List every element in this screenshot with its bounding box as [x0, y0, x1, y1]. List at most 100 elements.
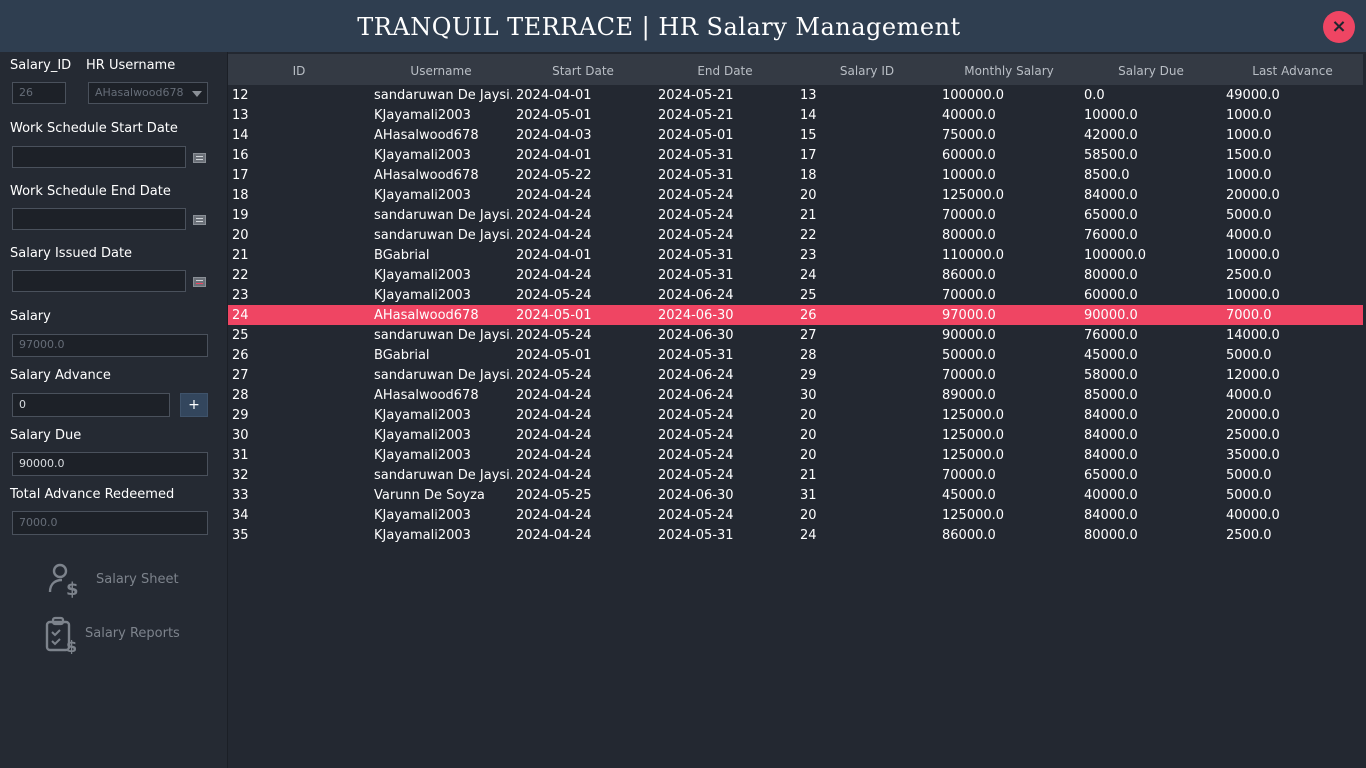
cell-salary-due: 76000.0 — [1084, 228, 1138, 243]
salary-field[interactable]: 97000.0 — [12, 334, 208, 357]
column-header-salary-id[interactable]: Salary ID — [796, 54, 938, 85]
cell-end-date: 2024-05-31 — [658, 148, 734, 163]
table-row[interactable]: 27 sandaruwan De Jaysi... 2024-05-24 2024-0… — [228, 365, 1363, 385]
cell-start-date: 2024-04-01 — [516, 148, 592, 163]
cell-salary-id: 14 — [800, 108, 817, 123]
cell-last-advance: 10000.0 — [1226, 248, 1280, 263]
cell-last-advance: 5000.0 — [1226, 208, 1272, 223]
cell-id: 29 — [232, 408, 249, 423]
cell-start-date: 2024-04-24 — [516, 428, 592, 443]
cell-salary-due: 85000.0 — [1084, 388, 1138, 403]
advance-field[interactable]: 0 — [12, 393, 170, 417]
cell-salary-due: 84000.0 — [1084, 448, 1138, 463]
table-row[interactable]: 12 sandaruwan De Jaysi... 2024-04-01 2024-0… — [228, 85, 1363, 105]
table-row[interactable]: 33 Varunn De Soyza 2024-05-25 2024-06-30 31 4… — [228, 485, 1363, 505]
table-row[interactable]: 23 KJayamali2003 2024-05-24 2024-06-24 25 700… — [228, 285, 1363, 305]
cell-username: Varunn De Soyza — [374, 488, 485, 503]
salary-table: ID Username Start Date End Date Salary I… — [228, 52, 1366, 768]
table-row[interactable]: 34 KJayamali2003 2024-04-24 2024-05-24 20 125… — [228, 505, 1363, 525]
cell-last-advance: 10000.0 — [1226, 288, 1280, 303]
table-row[interactable]: 32 sandaruwan De Jaysi... 2024-04-24 2024-0… — [228, 465, 1363, 485]
table-row[interactable]: 18 KJayamali2003 2024-04-24 2024-05-24 20 125… — [228, 185, 1363, 205]
work-end-date-field[interactable] — [12, 208, 186, 230]
cell-monthly-salary: 45000.0 — [942, 488, 996, 503]
table-row-selected[interactable]: 24 AHasalwood678 2024-05-01 2024-06-30 26 970… — [228, 305, 1363, 325]
cell-username: KJayamali2003 — [374, 448, 471, 463]
advance-redeemed-field[interactable]: 7000.0 — [12, 511, 208, 535]
hr-username-combo[interactable]: AHasalwood678 — [88, 82, 208, 104]
work-start-date-field[interactable] — [12, 146, 186, 168]
cell-end-date: 2024-06-24 — [658, 288, 734, 303]
add-advance-button[interactable]: + — [180, 393, 208, 417]
column-header-monthly-salary[interactable]: Monthly Salary — [938, 54, 1080, 85]
table-row[interactable]: 28 AHasalwood678 2024-04-24 2024-06-24 30 890… — [228, 385, 1363, 405]
cell-last-advance: 49000.0 — [1226, 88, 1280, 103]
cell-id: 33 — [232, 488, 249, 503]
salary-reports-button[interactable]: $ Salary Reports — [44, 614, 194, 654]
cell-id: 20 — [232, 228, 249, 243]
salary-sheet-button[interactable]: $ Salary Sheet — [46, 560, 186, 600]
cell-username: AHasalwood678 — [374, 388, 479, 403]
salary-id-field[interactable]: 26 — [12, 82, 66, 104]
column-header-id[interactable]: ID — [228, 54, 370, 85]
table-row[interactable]: 25 sandaruwan De Jaysi... 2024-05-24 2024-0… — [228, 325, 1363, 345]
calendar-icon[interactable] — [193, 277, 206, 287]
cell-last-advance: 14000.0 — [1226, 328, 1280, 343]
table-row[interactable]: 31 KJayamali2003 2024-04-24 2024-05-24 20 125… — [228, 445, 1363, 465]
cell-end-date: 2024-05-31 — [658, 248, 734, 263]
salary-due-field[interactable]: 90000.0 — [12, 452, 208, 476]
cell-username: BGabrial — [374, 248, 430, 263]
cell-start-date: 2024-04-01 — [516, 88, 592, 103]
cell-start-date: 2024-05-01 — [516, 348, 592, 363]
column-header-last-advance[interactable]: Last Advance — [1222, 54, 1363, 85]
table-row[interactable]: 29 KJayamali2003 2024-04-24 2024-05-24 20 125… — [228, 405, 1363, 425]
cell-salary-id: 20 — [800, 448, 817, 463]
issued-date-field[interactable] — [12, 270, 186, 292]
cell-salary-id: 25 — [800, 288, 817, 303]
table-row[interactable]: 35 KJayamali2003 2024-04-24 2024-05-31 24 860… — [228, 525, 1363, 545]
clipboard-dollar-icon: $ — [45, 616, 77, 654]
cell-username: KJayamali2003 — [374, 508, 471, 523]
column-header-start-date[interactable]: Start Date — [512, 54, 654, 85]
cell-id: 16 — [232, 148, 249, 163]
calendar-icon[interactable] — [193, 215, 206, 225]
cell-last-advance: 25000.0 — [1226, 428, 1280, 443]
svg-text:$: $ — [66, 637, 77, 654]
cell-start-date: 2024-04-24 — [516, 268, 592, 283]
cell-username: KJayamali2003 — [374, 288, 471, 303]
column-header-end-date[interactable]: End Date — [654, 54, 796, 85]
table-row[interactable]: 19 sandaruwan De Jaysi... 2024-04-24 2024-0… — [228, 205, 1363, 225]
table-row[interactable]: 14 AHasalwood678 2024-04-03 2024-05-01 15 750… — [228, 125, 1363, 145]
table-row[interactable]: 16 KJayamali2003 2024-04-01 2024-05-31 17 600… — [228, 145, 1363, 165]
cell-salary-due: 40000.0 — [1084, 488, 1138, 503]
table-row[interactable]: 20 sandaruwan De Jaysi... 2024-04-24 2024-0… — [228, 225, 1363, 245]
cell-monthly-salary: 125000.0 — [942, 408, 1005, 423]
cell-monthly-salary: 125000.0 — [942, 448, 1005, 463]
column-header-username[interactable]: Username — [370, 54, 512, 85]
table-row[interactable]: 13 KJayamali2003 2024-05-01 2024-05-21 14 400… — [228, 105, 1363, 125]
table-row[interactable]: 17 AHasalwood678 2024-05-22 2024-05-31 18 100… — [228, 165, 1363, 185]
cell-last-advance: 1000.0 — [1226, 128, 1272, 143]
cell-salary-id: 18 — [800, 168, 817, 183]
table-row[interactable]: 26 BGabrial 2024-05-01 2024-05-31 28 50000.0 4… — [228, 345, 1363, 365]
due-label: Salary Due — [10, 428, 82, 443]
cell-end-date: 2024-05-01 — [658, 128, 734, 143]
cell-id: 19 — [232, 208, 249, 223]
cell-end-date: 2024-06-30 — [658, 328, 734, 343]
calendar-icon[interactable] — [193, 153, 206, 163]
cell-salary-due: 10000.0 — [1084, 108, 1138, 123]
cell-monthly-salary: 86000.0 — [942, 528, 996, 543]
cell-monthly-salary: 89000.0 — [942, 388, 996, 403]
cell-id: 14 — [232, 128, 249, 143]
table-row[interactable]: 22 KJayamali2003 2024-04-24 2024-05-31 24 860… — [228, 265, 1363, 285]
cell-salary-id: 21 — [800, 208, 817, 223]
table-row[interactable]: 30 KJayamali2003 2024-04-24 2024-05-24 20 125… — [228, 425, 1363, 445]
cell-salary-id: 13 — [800, 88, 817, 103]
hr-username-value: AHasalwood678 — [95, 86, 184, 99]
cell-id: 25 — [232, 328, 249, 343]
user-dollar-icon: $ — [48, 563, 79, 598]
cell-salary-due: 42000.0 — [1084, 128, 1138, 143]
table-row[interactable]: 21 BGabrial 2024-04-01 2024-05-31 23 110000.0… — [228, 245, 1363, 265]
column-header-salary-due[interactable]: Salary Due — [1080, 54, 1222, 85]
close-button[interactable]: × — [1323, 11, 1355, 43]
